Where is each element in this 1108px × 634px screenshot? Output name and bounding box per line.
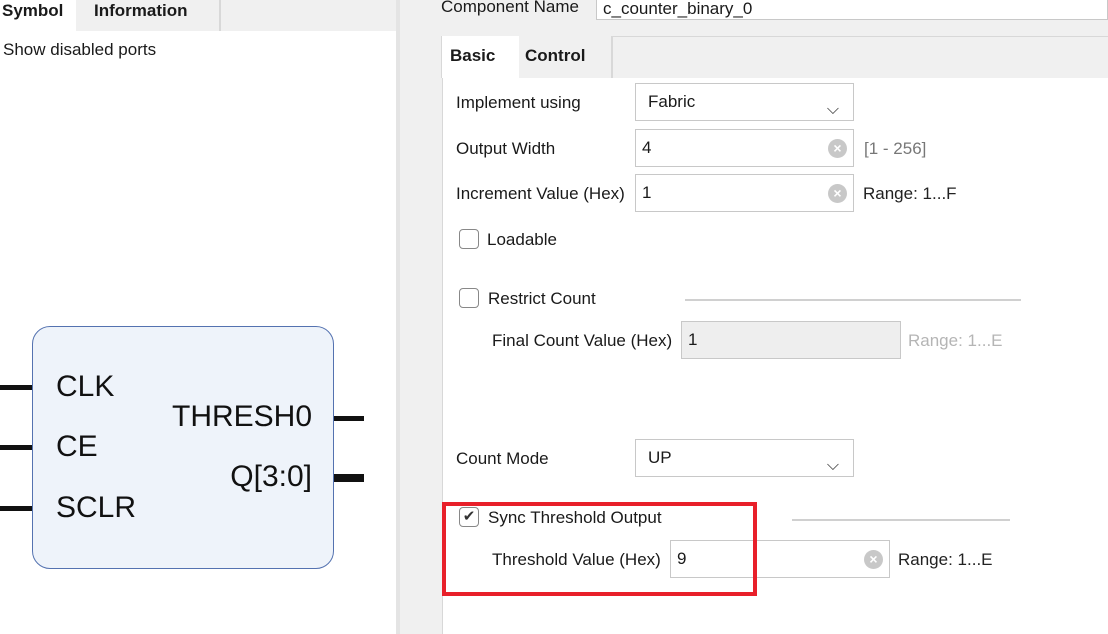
clear-icon[interactable]: × [828,184,847,203]
increment-value-input[interactable]: 1 × [635,174,854,212]
loadable-label: Loadable [487,230,557,249]
port-label-thresh0: THRESH0 [172,400,313,433]
implement-using-label: Implement using [456,93,581,112]
restrict-count-label: Restrict Count [488,289,596,308]
threshold-value-hint: Range: 1...E [898,550,993,569]
final-count-hint: Range: 1...E [908,331,1003,350]
increment-value-value: 1 [642,183,652,202]
show-disabled-ports-link[interactable]: Show disabled ports [3,40,156,60]
tab-information[interactable]: Information [76,0,221,31]
chevron-down-icon: ⌵ [826,101,839,118]
output-width-label: Output Width [456,139,556,158]
left-tab-bar: Symbol Information [0,0,396,31]
restrict-count-checkbox[interactable] [459,288,479,308]
count-mode-label: Count Mode [456,449,549,468]
divider [685,299,1021,301]
output-width-hint: [1 - 256] [864,139,927,158]
count-mode-value: UP [648,448,672,467]
pin-clk [0,385,32,390]
clear-icon[interactable]: × [864,550,883,569]
tab-control[interactable]: Control [519,36,613,78]
pin-thresh0 [334,416,364,421]
component-name-input[interactable]: c_counter_binary_0 [596,0,1108,20]
increment-value-hint: Range: 1...F [863,184,957,203]
pin-sclr [0,506,32,511]
chevron-down-icon: ⌵ [826,457,839,474]
pin-ce [0,445,32,450]
count-mode-select[interactable]: UP ⌵ [635,439,854,477]
port-label-q: Q[3:0] [230,460,312,493]
tab-basic[interactable]: Basic [442,36,519,78]
port-label-ce: CE [56,430,98,463]
output-width-value: 4 [642,138,652,157]
final-count-label: Final Count Value (Hex) [492,331,673,350]
divider [792,519,1010,521]
symbol-panel: Symbol Information Show disabled ports C… [0,0,396,634]
increment-value-label: Increment Value (Hex) [456,184,625,203]
loadable-checkbox[interactable] [459,229,479,249]
implement-using-select[interactable]: Fabric ⌵ [635,83,854,121]
clear-icon[interactable]: × [828,139,847,158]
tab-symbol[interactable]: Symbol [0,0,76,31]
component-name-label: Component Name [441,0,579,16]
port-label-clk: CLK [56,370,115,403]
implement-using-value: Fabric [648,92,696,111]
pin-q [334,474,364,482]
port-label-sclr: SCLR [56,491,137,524]
highlight-box [442,502,757,596]
output-width-input[interactable]: 4 × [635,129,854,167]
final-count-input: 1 [681,321,901,359]
